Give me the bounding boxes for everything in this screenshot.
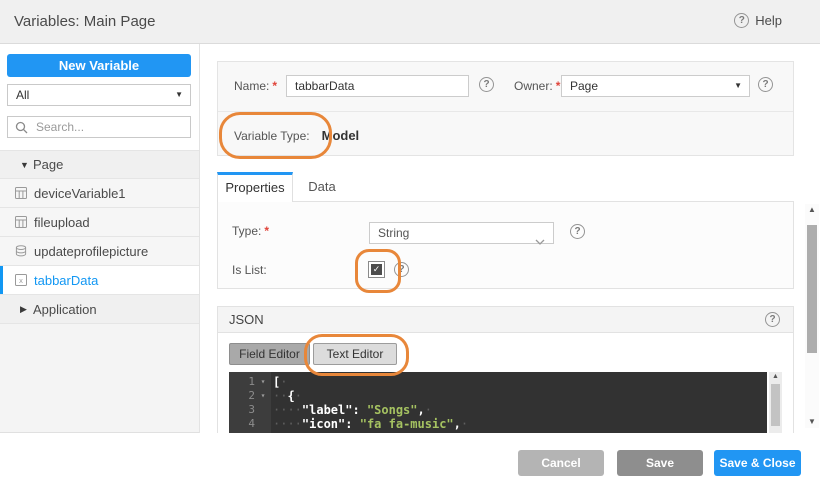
- json-title: JSON: [229, 312, 264, 327]
- required-mark: *: [555, 79, 561, 93]
- is-list-help-icon[interactable]: ?: [394, 262, 409, 277]
- properties-panel: Type: * String ? Is List: ✓ ?: [217, 201, 794, 289]
- variable-filter-value: All: [16, 88, 30, 102]
- scroll-up-icon[interactable]: ▲: [805, 204, 819, 216]
- variable-type-row: Variable Type: Model: [234, 128, 359, 143]
- type-help-icon[interactable]: ?: [570, 224, 585, 239]
- line-number: 2: [248, 389, 255, 402]
- tree-item-label: deviceVariable1: [34, 185, 126, 201]
- required-mark: *: [264, 224, 270, 238]
- code-line: 4 ····"icon": "fa fa-music",·: [229, 417, 767, 431]
- caret-down-icon: ▼: [734, 81, 742, 90]
- service-variable-icon: [15, 245, 28, 257]
- fold-arrow-icon: [255, 417, 271, 431]
- page-title: Variables: Main Page: [14, 13, 156, 30]
- scroll-up-icon[interactable]: ▲: [769, 372, 782, 382]
- owner-label: Owner: *: [514, 79, 561, 93]
- new-variable-button[interactable]: New Variable: [7, 54, 191, 77]
- variable-summary-panel: Name:* ? Owner:* Page ▼ ? Variable Type:…: [217, 61, 794, 156]
- tree-item-updateprofilepicture[interactable]: updateprofilepicture: [0, 237, 199, 266]
- type-label: Type: *: [232, 224, 270, 238]
- help-icon: ?: [734, 13, 750, 28]
- variables-dialog: Variables: Main Page ? Help New Variable…: [0, 0, 820, 487]
- line-number: 3: [248, 403, 255, 416]
- variable-type-label: Variable Type:: [234, 129, 310, 143]
- tree-empty-area: [0, 324, 199, 433]
- triangle-down-icon: ▼: [20, 159, 29, 170]
- search-input[interactable]: [34, 119, 178, 135]
- device-variable-icon: [15, 216, 28, 228]
- main-scrollbar[interactable]: ▲ ▼: [805, 204, 819, 428]
- json-panel: JSON ? Field Editor Text Editor 1 ▾ [· 2…: [217, 306, 794, 433]
- type-select[interactable]: String: [369, 222, 554, 245]
- caret-down-icon: ▼: [175, 90, 183, 99]
- svg-text:x: x: [19, 277, 23, 285]
- tab-data[interactable]: Data: [300, 172, 344, 201]
- json-help-icon[interactable]: ?: [765, 312, 780, 327]
- tree-group-page[interactable]: ▼ Page: [0, 150, 199, 179]
- tree-item-fileupload[interactable]: fileupload: [0, 208, 199, 237]
- line-number: 1: [248, 375, 255, 388]
- device-variable-icon: [15, 187, 28, 199]
- code-line: 2 ▾ ··{·: [229, 389, 767, 403]
- model-variable-icon: x: [15, 274, 28, 286]
- tree-group-application[interactable]: ▶ Application: [0, 295, 199, 324]
- tree-item-devicevariable1[interactable]: deviceVariable1: [0, 179, 199, 208]
- editor-scrollbar[interactable]: ▲: [769, 372, 782, 433]
- help-label: Help: [755, 13, 782, 28]
- owner-select[interactable]: Page ▼: [561, 75, 750, 97]
- cancel-button[interactable]: Cancel: [518, 450, 604, 476]
- editor-scrollbar-thumb[interactable]: [771, 384, 780, 426]
- line-number: 4: [248, 417, 255, 430]
- field-editor-button[interactable]: Field Editor: [229, 343, 310, 365]
- required-mark: *: [272, 79, 278, 93]
- check-icon: ✓: [371, 264, 382, 275]
- tree-item-label: tabbarData: [34, 272, 99, 288]
- tree-item-label: fileupload: [34, 214, 90, 230]
- json-panel-header: JSON ?: [218, 307, 793, 333]
- fold-arrow-icon[interactable]: ▾: [255, 389, 271, 403]
- save-button[interactable]: Save: [617, 450, 703, 476]
- tree-group-label: Page: [33, 157, 64, 172]
- main-scrollbar-thumb[interactable]: [807, 225, 817, 353]
- name-input[interactable]: [286, 75, 469, 97]
- help-link[interactable]: ? Help: [734, 13, 782, 28]
- scroll-down-icon[interactable]: ▼: [805, 416, 819, 428]
- triangle-right-icon: ▶: [20, 303, 27, 314]
- sidebar: New Variable All ▼ ▼ Page deviceVariable…: [0, 44, 200, 433]
- divider: [218, 111, 793, 112]
- tree-group-label: Application: [33, 301, 97, 317]
- is-list-label: Is List:: [232, 263, 267, 277]
- chevron-down-icon: [535, 231, 545, 251]
- search-icon: [15, 121, 28, 134]
- text-editor-button[interactable]: Text Editor: [313, 343, 397, 365]
- tree-item-tabbardata[interactable]: x tabbarData: [0, 266, 199, 295]
- variable-filter-select[interactable]: All ▼: [7, 84, 191, 106]
- owner-select-value: Page: [570, 79, 599, 93]
- type-select-value: String: [378, 226, 410, 240]
- tab-properties[interactable]: Properties: [217, 172, 293, 202]
- name-help-icon[interactable]: ?: [479, 77, 494, 92]
- dialog-header: Variables: Main Page ? Help: [0, 0, 820, 44]
- code-line: 1 ▾ [·: [229, 375, 767, 389]
- code-line: 3 ····"label": "Songs",·: [229, 403, 767, 417]
- save-and-close-button[interactable]: Save & Close: [714, 450, 801, 476]
- search-box[interactable]: [7, 116, 191, 138]
- fold-arrow-icon: [255, 403, 271, 417]
- fold-arrow-icon[interactable]: ▾: [255, 375, 271, 389]
- is-list-checkbox[interactable]: ✓: [368, 261, 385, 278]
- name-label: Name: *: [234, 79, 278, 93]
- tree-item-label: updateprofilepicture: [34, 243, 149, 259]
- json-code-editor[interactable]: 1 ▾ [· 2 ▾ ··{· 3 ····"label": "Songs",·…: [229, 372, 767, 433]
- owner-help-icon[interactable]: ?: [758, 77, 773, 92]
- variable-type-value: Model: [321, 128, 360, 143]
